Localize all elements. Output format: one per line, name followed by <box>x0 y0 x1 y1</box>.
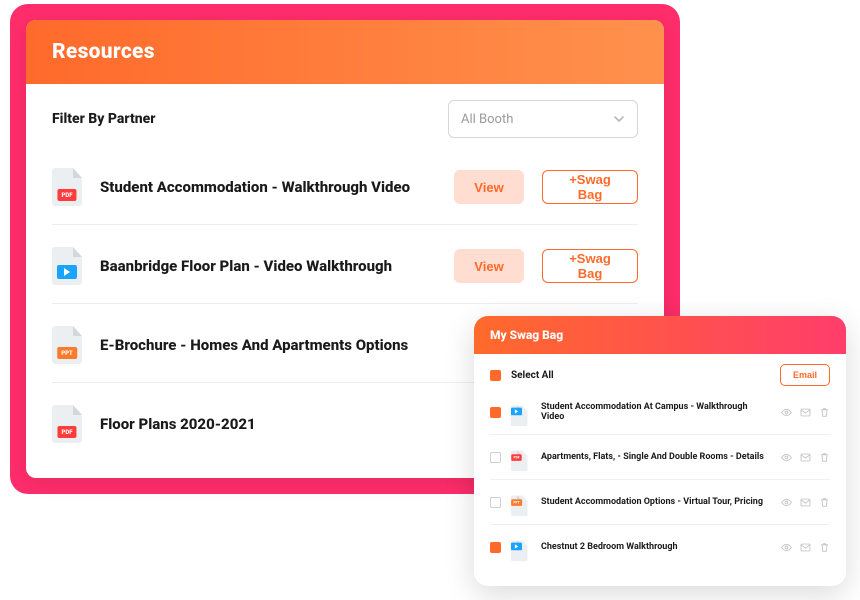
swag-row-actions <box>781 542 830 553</box>
pdf-file-icon: PDF <box>52 405 82 443</box>
mail-icon[interactable] <box>800 542 811 553</box>
select-all-row[interactable]: Select All <box>490 370 554 381</box>
pdf-file-icon: PDF <box>52 168 82 206</box>
swag-bag-list: Student Accommodation At Campus - Walkth… <box>474 390 846 569</box>
swag-row-checkbox[interactable] <box>490 497 501 508</box>
resource-row: PDF Student Accommodation - Walkthrough V… <box>52 146 638 225</box>
swag-row-actions <box>781 452 830 463</box>
partner-select-value: All Booth <box>461 112 513 127</box>
swag-row: PDF Apartments, Flats, - Single And Doubl… <box>490 435 830 480</box>
mail-icon[interactable] <box>800 452 811 463</box>
select-all-label: Select All <box>511 370 554 381</box>
swag-row-checkbox[interactable] <box>490 452 501 463</box>
view-icon[interactable] <box>781 407 792 418</box>
ppt-file-icon: PPT <box>511 495 522 508</box>
swag-row: PPT Student Accommodation Options - Virtu… <box>490 480 830 525</box>
pdf-file-icon: PDF <box>511 450 522 463</box>
swag-bag-button[interactable]: +Swag Bag <box>542 249 638 283</box>
swag-row-checkbox[interactable] <box>490 542 501 553</box>
swag-bag-button[interactable]: +Swag Bag <box>542 170 638 204</box>
mail-icon[interactable] <box>800 497 811 508</box>
swag-row: Chestnut 2 Bedroom Walkthrough <box>490 525 830 569</box>
view-button[interactable]: View <box>454 170 524 204</box>
video-file-icon <box>52 247 82 285</box>
view-icon[interactable] <box>781 497 792 508</box>
trash-icon[interactable] <box>819 452 830 463</box>
view-button[interactable]: View <box>454 249 524 283</box>
resources-header: Resources <box>26 20 664 84</box>
chevron-down-icon <box>613 113 625 125</box>
swag-bag-header: My Swag Bag <box>474 316 846 354</box>
mail-icon[interactable] <box>800 407 811 418</box>
filter-row: Filter By Partner All Booth <box>26 84 664 146</box>
trash-icon[interactable] <box>819 497 830 508</box>
partner-select[interactable]: All Booth <box>448 100 638 138</box>
swag-row: Student Accommodation At Campus - Walkth… <box>490 390 830 435</box>
swag-bag-card: My Swag Bag Select All Email Student Acc… <box>474 316 846 586</box>
resource-title: Baanbridge Floor Plan - Video Walkthroug… <box>100 257 436 275</box>
resource-title: Student Accommodation - Walkthrough Vide… <box>100 178 436 196</box>
view-icon[interactable] <box>781 542 792 553</box>
select-all-checkbox[interactable] <box>490 370 501 381</box>
swag-row-actions <box>781 497 830 508</box>
email-button[interactable]: Email <box>780 364 830 386</box>
trash-icon[interactable] <box>819 407 830 418</box>
video-file-icon <box>511 540 522 553</box>
swag-row-title: Apartments, Flats, - Single And Double R… <box>541 452 771 462</box>
video-file-icon <box>511 405 522 418</box>
swag-row-title: Student Accommodation Options - Virtual … <box>541 497 771 507</box>
swag-row-title: Chestnut 2 Bedroom Walkthrough <box>541 542 771 552</box>
swag-row-checkbox[interactable] <box>490 407 501 418</box>
swag-row-actions <box>781 407 830 418</box>
swag-bag-toolbar: Select All Email <box>474 354 846 390</box>
swag-row-title: Student Accommodation At Campus - Walkth… <box>541 402 771 422</box>
view-icon[interactable] <box>781 452 792 463</box>
trash-icon[interactable] <box>819 542 830 553</box>
filter-label: Filter By Partner <box>52 111 155 127</box>
ppt-file-icon: PPT <box>52 326 82 364</box>
resource-row: Baanbridge Floor Plan - Video Walkthroug… <box>52 225 638 304</box>
